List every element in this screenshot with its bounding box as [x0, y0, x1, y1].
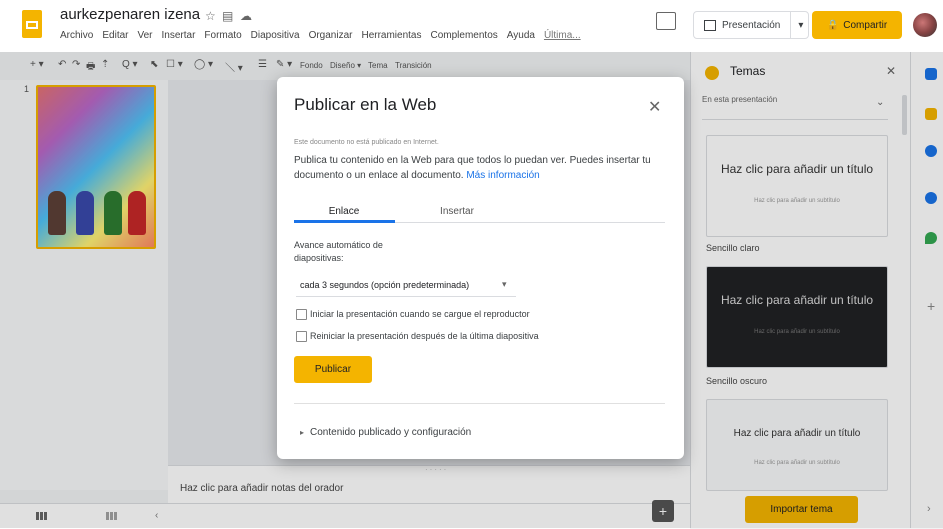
menu-bar: Archivo Editar Ver Insertar Formato Diap…: [60, 30, 581, 41]
publish-status: Este documento no está publicado en Inte…: [294, 139, 439, 146]
menu-diapositiva[interactable]: Diapositiva: [251, 30, 300, 41]
present-divider: [790, 12, 792, 38]
published-settings-toggle[interactable]: ▸ Contenido publicado y configuración: [300, 427, 471, 438]
restart-after-last-checkbox[interactable]: [296, 331, 307, 342]
restart-after-last-label[interactable]: Reiniciar la presentación después de la …: [310, 331, 539, 341]
published-settings-label: Contenido publicado y configuración: [310, 427, 472, 438]
auto-advance-select[interactable]: cada 3 segundos (opción predeterminada) …: [296, 274, 516, 297]
present-dropdown-icon[interactable]: ▾: [798, 20, 803, 31]
more-info-link[interactable]: Más información: [466, 170, 539, 181]
start-on-load-label[interactable]: Iniciar la presentación cuando se cargue…: [310, 309, 530, 319]
dialog-description: Publica tu contenido en la Web para que …: [294, 153, 674, 183]
menu-editar[interactable]: Editar: [102, 30, 128, 41]
tab-link[interactable]: Enlace: [294, 206, 394, 217]
menu-formato[interactable]: Formato: [204, 30, 241, 41]
chevron-right-icon: ▸: [300, 428, 305, 437]
tab-embed[interactable]: Insertar: [408, 206, 506, 217]
publish-button[interactable]: Publicar: [294, 356, 372, 383]
menu-archivo[interactable]: Archivo: [60, 30, 93, 41]
present-button[interactable]: Presentación ▾: [693, 11, 809, 39]
document-title[interactable]: aurkezpenaren izena: [60, 6, 200, 23]
chevron-down-icon: ▾: [502, 279, 507, 289]
lock-icon: 🔒: [826, 19, 840, 31]
active-tab-indicator: [294, 220, 395, 223]
menu-complementos[interactable]: Complementos: [431, 30, 498, 41]
comments-icon[interactable]: [656, 12, 676, 30]
auto-advance-label: Avance automático de diapositivas:: [294, 240, 383, 263]
menu-organizar[interactable]: Organizar: [309, 30, 353, 41]
auto-advance-value: cada 3 segundos (opción predeterminada): [300, 280, 470, 290]
last-edit-link[interactable]: Última...: [544, 30, 581, 41]
close-icon[interactable]: ✕: [648, 97, 661, 117]
share-label: Compartir: [843, 19, 888, 31]
menu-herramientas[interactable]: Herramientas: [361, 30, 421, 41]
cloud-status-icon: ☁: [240, 9, 252, 23]
present-icon: [704, 19, 716, 31]
star-icon[interactable]: ☆: [205, 9, 216, 23]
start-on-load-checkbox[interactable]: [296, 309, 307, 320]
dialog-divider: [294, 403, 665, 404]
share-button[interactable]: 🔒 Compartir: [812, 11, 902, 39]
menu-ayuda[interactable]: Ayuda: [507, 30, 535, 41]
menu-ver[interactable]: Ver: [137, 30, 152, 41]
slides-logo-icon[interactable]: [22, 10, 42, 38]
avatar[interactable]: [913, 13, 937, 37]
dialog-title: Publicar en la Web: [294, 95, 437, 114]
move-folder-icon[interactable]: ▤: [222, 9, 233, 23]
menu-insertar[interactable]: Insertar: [162, 30, 196, 41]
notes-resize-handle[interactable]: ·····: [425, 465, 448, 474]
publish-dialog: [277, 77, 684, 459]
present-label: Presentación: [722, 19, 781, 31]
